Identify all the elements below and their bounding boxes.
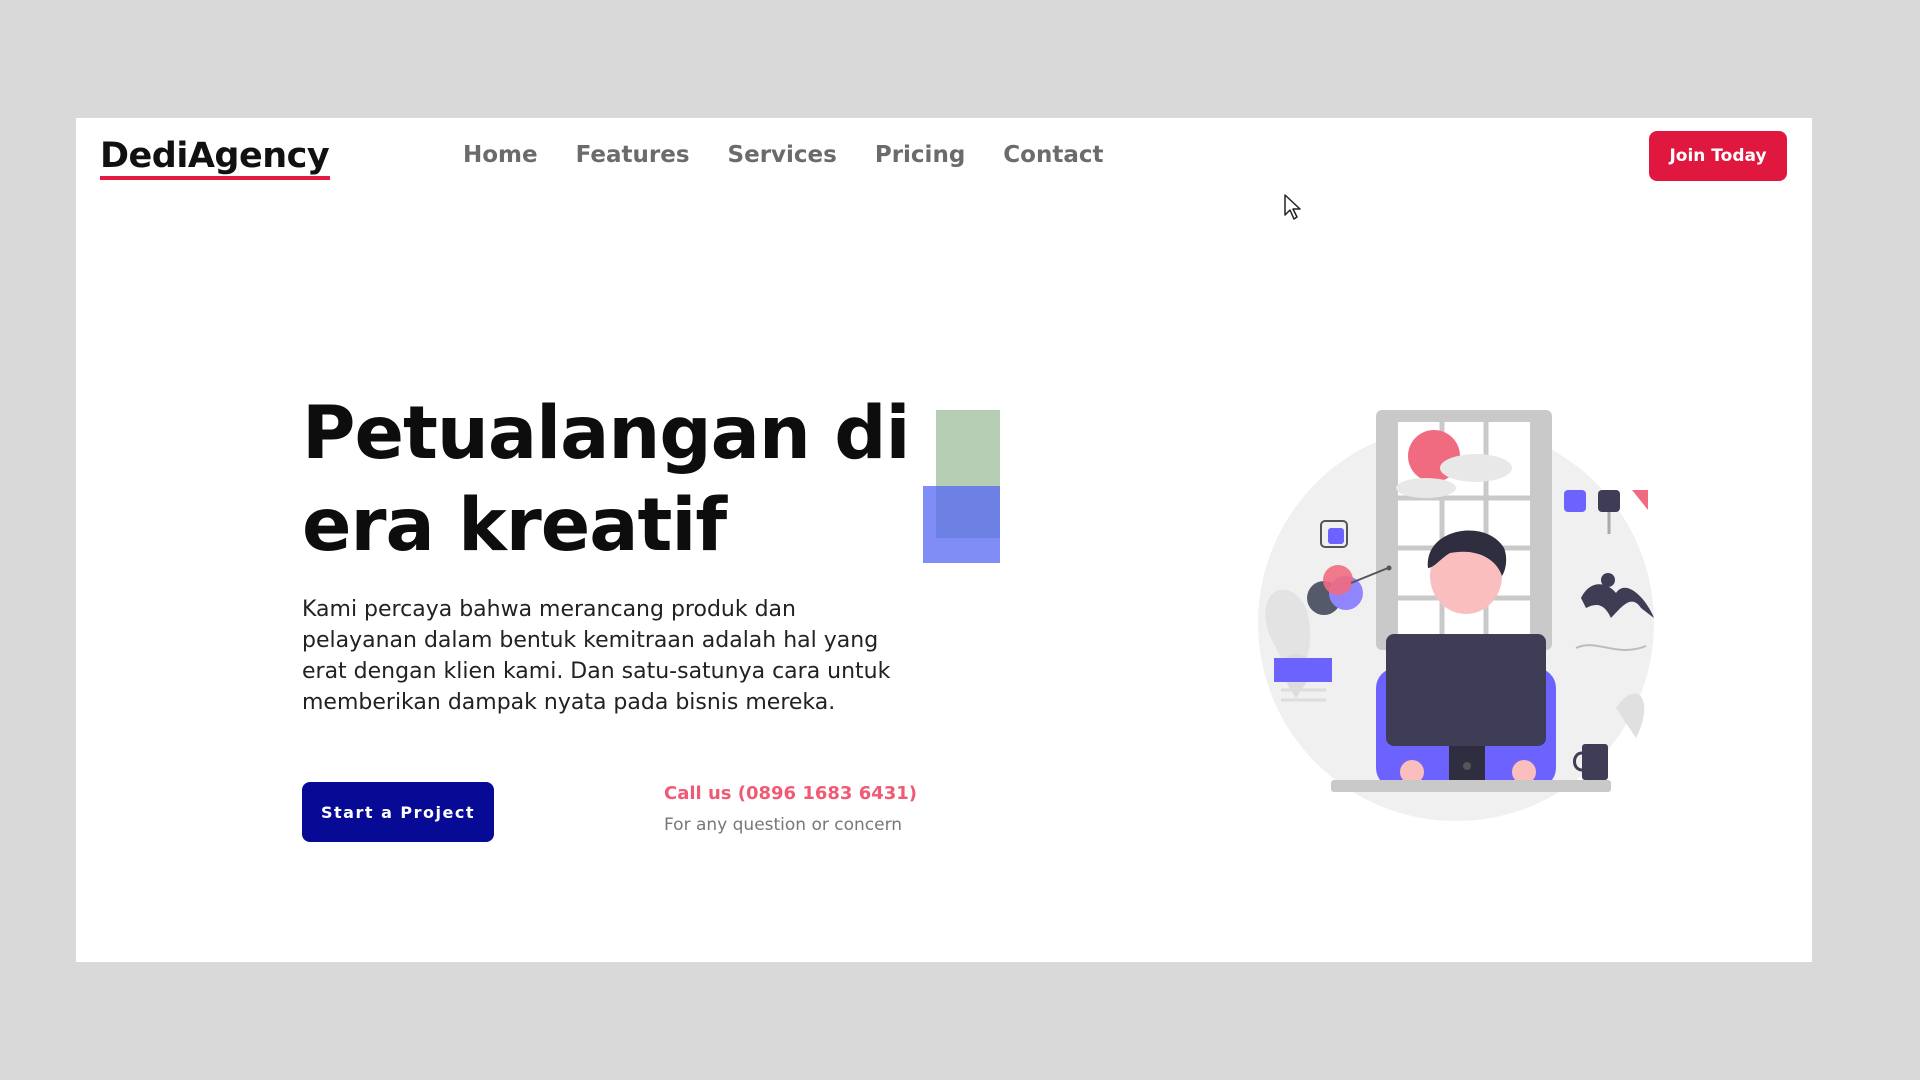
hero-description: Kami percaya bahwa merancang produk dan … — [302, 597, 891, 715]
nav-contact[interactable]: Contact — [1003, 142, 1103, 168]
mouse-pointer-icon — [1284, 194, 1301, 220]
join-today-button[interactable]: Join Today — [1649, 131, 1787, 181]
site-logo[interactable]: DediAgency — [100, 136, 330, 176]
nav-features[interactable]: Features — [576, 142, 690, 168]
decorative-blue-block — [923, 486, 1000, 563]
call-us-subtext: For any question or concern — [664, 815, 903, 835]
start-project-button[interactable]: Start a Project — [302, 782, 494, 842]
nav-home[interactable]: Home — [463, 142, 538, 168]
hero-title: Petualangan di era kreatif — [302, 388, 922, 572]
person-at-computer-illustration — [1258, 410, 1654, 821]
call-us-link[interactable]: Call us (0896 1683 6431) — [664, 783, 917, 804]
nav-pricing[interactable]: Pricing — [875, 142, 965, 168]
main-nav: Home Features Services Pricing Contact — [463, 142, 1142, 168]
nav-services[interactable]: Services — [728, 142, 837, 168]
logo-underline — [100, 176, 330, 180]
landing-page: DediAgency Home Features Services Pricin… — [76, 118, 1812, 962]
hero-title-line-1: Petualangan di — [302, 391, 911, 476]
hero-title-line-2: era kreatif — [302, 483, 727, 568]
